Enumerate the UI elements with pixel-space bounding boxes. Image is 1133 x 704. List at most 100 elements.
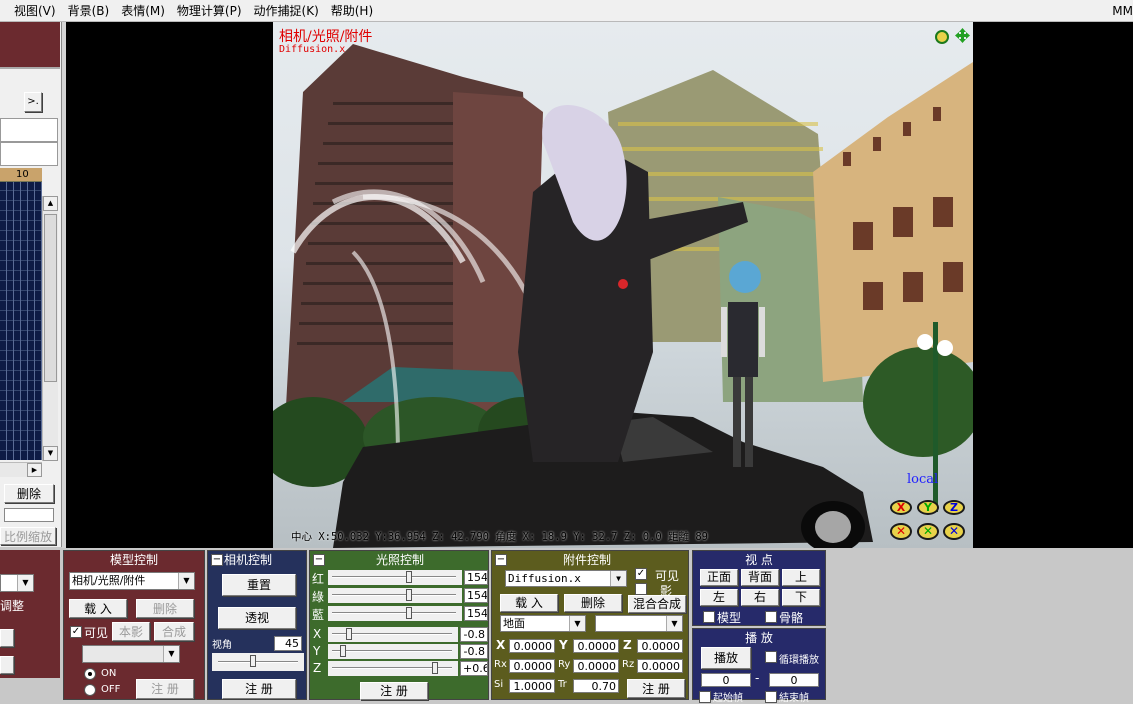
acc-tr-field[interactable]: 0.70 bbox=[573, 679, 619, 693]
accessory-collapse-icon[interactable]: − bbox=[495, 554, 507, 566]
axis-rotate-y-icon[interactable]: Y bbox=[917, 500, 939, 515]
menu-physics[interactable]: 物理计算(P) bbox=[171, 0, 248, 22]
timeline-grid[interactable] bbox=[0, 182, 42, 460]
timeline-hscroll[interactable]: ▶ bbox=[0, 462, 42, 477]
accessory-bone-select[interactable]: ▼ bbox=[595, 615, 683, 632]
model-load-button[interactable]: 载 入 bbox=[69, 599, 127, 618]
view-top-button[interactable]: 上 bbox=[782, 569, 820, 586]
view-bottom-button[interactable]: 下 bbox=[782, 589, 820, 606]
light-register-button[interactable]: 注 册 bbox=[360, 682, 428, 700]
move-icon[interactable] bbox=[955, 28, 970, 43]
fov-slider[interactable] bbox=[212, 653, 304, 671]
end-frame-field[interactable]: 0 bbox=[769, 673, 819, 687]
green-slider[interactable] bbox=[328, 588, 462, 603]
camera-reset-button[interactable]: 重置 bbox=[222, 574, 296, 596]
scroll-right-icon[interactable]: ▶ bbox=[27, 463, 42, 477]
scroll-thumb[interactable] bbox=[44, 214, 57, 382]
blue-value-field[interactable]: 154 bbox=[464, 606, 488, 621]
menu-motion-capture[interactable]: 动作捕捉(K) bbox=[248, 0, 325, 22]
model-delete-button[interactable]: 删除 bbox=[136, 599, 194, 618]
axis-rotate-z-icon[interactable]: Z bbox=[943, 500, 965, 515]
view-right-button[interactable]: 右 bbox=[741, 589, 779, 606]
menu-background[interactable]: 背景(B) bbox=[62, 0, 116, 22]
red-slider[interactable] bbox=[328, 570, 462, 585]
view-left-button[interactable]: 左 bbox=[700, 589, 738, 606]
loop-checkbox[interactable] bbox=[765, 651, 777, 663]
splitter[interactable] bbox=[62, 22, 66, 548]
view-back-button[interactable]: 背面 bbox=[741, 569, 779, 586]
axis-rotate-x-icon[interactable]: X bbox=[890, 500, 912, 515]
start-frame-checkbox[interactable] bbox=[699, 691, 711, 703]
acc-x-field[interactable]: 0.0000 bbox=[509, 639, 555, 653]
scroll-down-icon[interactable]: ▼ bbox=[43, 446, 58, 461]
model-shadow-button[interactable]: 本影 bbox=[112, 622, 150, 641]
start-frame-field[interactable]: 0 bbox=[701, 673, 751, 687]
menu-expression[interactable]: 表情(M) bbox=[115, 0, 171, 22]
view-model-checkbox[interactable] bbox=[703, 611, 715, 623]
view-bone-checkbox[interactable] bbox=[765, 611, 777, 623]
light-z-value-field[interactable]: +0.6 bbox=[460, 661, 488, 676]
accessory-parent-select[interactable]: 地面 ▼ bbox=[500, 615, 586, 632]
expand-button[interactable]: >. bbox=[24, 92, 42, 112]
acc-rz-field[interactable]: 0.0000 bbox=[637, 659, 683, 673]
axis-move-y-icon[interactable]: ✕ bbox=[917, 523, 939, 540]
acc-y-field[interactable]: 0.0000 bbox=[573, 639, 619, 653]
camera-register-button[interactable]: 注 册 bbox=[222, 679, 296, 699]
on-radio[interactable] bbox=[84, 668, 96, 680]
left-button-1[interactable] bbox=[0, 629, 14, 647]
camera-perspective-button[interactable]: 透视 bbox=[218, 607, 296, 629]
light-z-slider[interactable] bbox=[328, 661, 458, 676]
acc-rx-field[interactable]: 0.0000 bbox=[509, 659, 555, 673]
scroll-up-icon[interactable]: ▲ bbox=[43, 196, 58, 211]
camera-collapse-icon[interactable]: − bbox=[211, 554, 223, 566]
blue-slider[interactable] bbox=[328, 606, 462, 621]
green-value-field[interactable]: 154 bbox=[464, 588, 488, 603]
light-y-slider-thumb[interactable] bbox=[340, 645, 346, 657]
play-button[interactable]: 播放 bbox=[701, 647, 751, 669]
blue-slider-thumb[interactable] bbox=[406, 607, 412, 619]
end-frame-checkbox[interactable] bbox=[765, 691, 777, 703]
model-compose-button[interactable]: 合成 bbox=[154, 622, 194, 641]
zoom-icon[interactable] bbox=[935, 30, 949, 44]
menu-help[interactable]: 帮助(H) bbox=[325, 0, 379, 22]
view-front-button[interactable]: 正面 bbox=[700, 569, 738, 586]
acc-si-field[interactable]: 1.0000 bbox=[509, 679, 555, 693]
timeline-value-field[interactable] bbox=[4, 508, 54, 522]
off-radio[interactable] bbox=[84, 684, 96, 696]
acc-z-field[interactable]: 0.0000 bbox=[637, 639, 683, 653]
model-visible-checkbox[interactable]: ✓ bbox=[70, 626, 82, 638]
model-register-button[interactable]: 注 册 bbox=[136, 679, 194, 699]
timeline-vscroll[interactable]: ▲ ▼ bbox=[42, 196, 58, 461]
timeline-input-1[interactable] bbox=[0, 118, 58, 142]
menu-view[interactable]: 视图(V) bbox=[8, 0, 62, 22]
accessory-select[interactable]: Diffusion.x ▼ bbox=[505, 570, 627, 587]
light-y-value-field[interactable]: -0.8 bbox=[460, 644, 488, 659]
accessory-load-button[interactable]: 载 入 bbox=[500, 594, 558, 612]
accessory-visible-checkbox[interactable]: ✓ bbox=[635, 568, 647, 580]
red-slider-thumb[interactable] bbox=[406, 571, 412, 583]
timeline-input-2[interactable] bbox=[0, 142, 58, 166]
fov-value-field[interactable]: 45 bbox=[274, 636, 302, 651]
scale-button[interactable]: 比例缩放 bbox=[0, 527, 56, 545]
timeline-delete-button[interactable]: 删除 bbox=[4, 484, 54, 503]
local-mode-label[interactable]: local bbox=[907, 472, 938, 487]
accessory-register-button[interactable]: 注 册 bbox=[627, 679, 685, 698]
viewport-3d[interactable]: 相机/光照/附件 Diffusion.x local X Y Z ✕ ✕ ✕ 中… bbox=[273, 22, 973, 548]
light-x-value-field[interactable]: -0.8 bbox=[460, 627, 488, 642]
light-collapse-icon[interactable]: − bbox=[313, 554, 325, 566]
light-x-slider-thumb[interactable] bbox=[346, 628, 352, 640]
acc-ry-field[interactable]: 0.0000 bbox=[573, 659, 619, 673]
light-y-slider[interactable] bbox=[328, 644, 458, 659]
model-bone-select[interactable]: ▼ bbox=[82, 645, 180, 663]
light-x-slider[interactable] bbox=[328, 627, 458, 642]
left-combo[interactable]: ▼ bbox=[0, 574, 34, 592]
fov-slider-thumb[interactable] bbox=[250, 655, 256, 667]
red-value-field[interactable]: 154 bbox=[464, 570, 488, 585]
accessory-blend-button[interactable]: 混合合成 bbox=[628, 595, 686, 613]
axis-move-z-icon[interactable]: ✕ bbox=[943, 523, 965, 540]
accessory-delete-button[interactable]: 删除 bbox=[564, 594, 622, 612]
accessory-shadow-checkbox[interactable] bbox=[635, 583, 647, 595]
light-z-slider-thumb[interactable] bbox=[432, 662, 438, 674]
green-slider-thumb[interactable] bbox=[406, 589, 412, 601]
model-select[interactable]: 相机/光照/附件 ▼ bbox=[69, 572, 195, 590]
